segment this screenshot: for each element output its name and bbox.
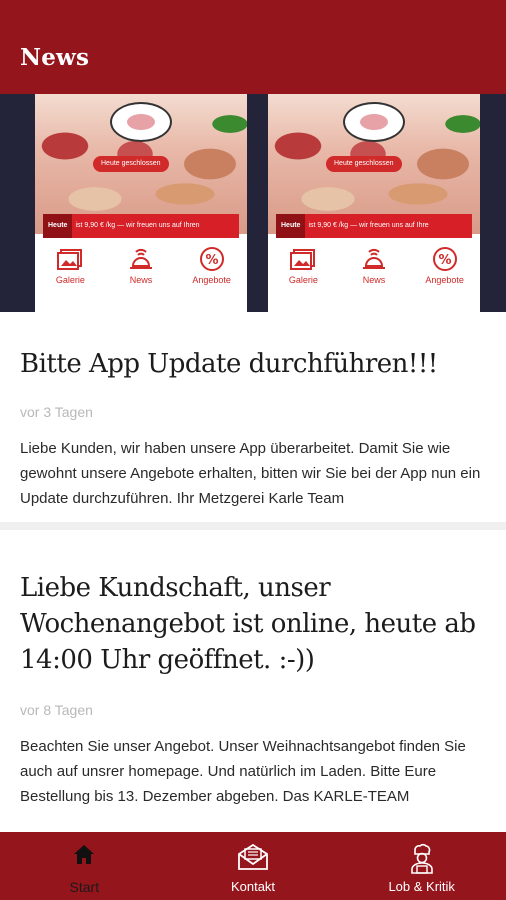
status-badge: Heute geschlossen	[326, 156, 402, 172]
app-header: News	[0, 0, 506, 94]
tab-kontakt[interactable]: Kontakt	[169, 832, 338, 900]
news-ticker: Heute ist 9,90 € /kg — wir freuen uns auf…	[43, 214, 239, 238]
svg-text:%: %	[438, 253, 451, 268]
mini-item-angebote: % Angebote	[409, 246, 480, 296]
mini-item-galerie: Galerie	[268, 246, 339, 296]
mini-icon-row: Galerie News % Angebote	[268, 246, 480, 296]
ticker-text: ist 9,90 € /kg — wir freuen uns auf Ihre	[308, 222, 429, 229]
news-body: Liebe Kunden, wir haben unsere App übera…	[20, 440, 481, 507]
svg-text:%: %	[205, 253, 218, 268]
tab-label: Start	[69, 879, 100, 895]
chef-icon	[410, 843, 433, 874]
ticker-tag: Heute	[43, 214, 73, 238]
percent-icon: %	[432, 247, 457, 271]
news-date: vor 8 Tagen	[20, 702, 93, 718]
app-screenshot: Heute geschlossen Heute ist 9,90 € /kg — …	[268, 94, 480, 312]
tab-start[interactable]: Start	[0, 832, 169, 900]
news-bell-icon	[130, 248, 152, 269]
news-card[interactable]: Liebe Kundschaft, unser Wochenangebot is…	[0, 530, 506, 832]
gallery-icon	[290, 249, 316, 270]
tab-label: Lob & Kritik	[388, 879, 455, 894]
ticker-tag: Heute	[276, 214, 306, 238]
news-feed[interactable]: Heute geschlossen Heute ist 9,90 € /kg — …	[0, 94, 506, 832]
news-title: Liebe Kundschaft, unser Wochenangebot is…	[20, 573, 476, 675]
app-screenshot: Heute geschlossen Heute ist 9,90 € /kg — …	[35, 94, 247, 312]
butcher-logo	[343, 102, 405, 142]
news-card[interactable]: Bitte App Update durchführen!!! vor 3 Ta…	[0, 312, 506, 522]
gallery-icon	[57, 249, 83, 270]
tab-label: Kontakt	[230, 879, 276, 894]
promo-banner[interactable]: Heute geschlossen Heute ist 9,90 € /kg — …	[0, 94, 506, 312]
ticker-text: ist 9,90 € /kg — wir freuen uns auf Ihre…	[75, 222, 200, 229]
news-bell-icon	[363, 248, 385, 269]
news-ticker: Heute ist 9,90 € /kg — wir freuen uns auf…	[276, 214, 472, 238]
envelope-icon	[238, 843, 268, 870]
tab-lob-kritik[interactable]: Lob & Kritik	[337, 832, 506, 900]
news-date: vor 3 Tagen	[20, 404, 93, 420]
page-title: News	[20, 44, 90, 71]
mini-item-news: News	[106, 246, 177, 296]
butcher-logo	[110, 102, 172, 142]
news-title: Bitte App Update durchführen!!!	[20, 349, 438, 379]
mini-item-news: News	[339, 246, 410, 296]
news-body: Beachten Sie unser Angebot. Unser Weihna…	[20, 738, 466, 805]
mini-icon-row: Galerie News % Angebote	[35, 246, 247, 296]
bottom-tab-bar: Start Kontakt Lob & Kritik	[0, 832, 506, 900]
mini-item-angebote: % Angebote	[176, 246, 247, 296]
percent-icon: %	[199, 247, 224, 271]
home-icon	[74, 845, 95, 864]
status-badge: Heute geschlossen	[93, 156, 169, 172]
mini-item-galerie: Galerie	[35, 246, 106, 296]
